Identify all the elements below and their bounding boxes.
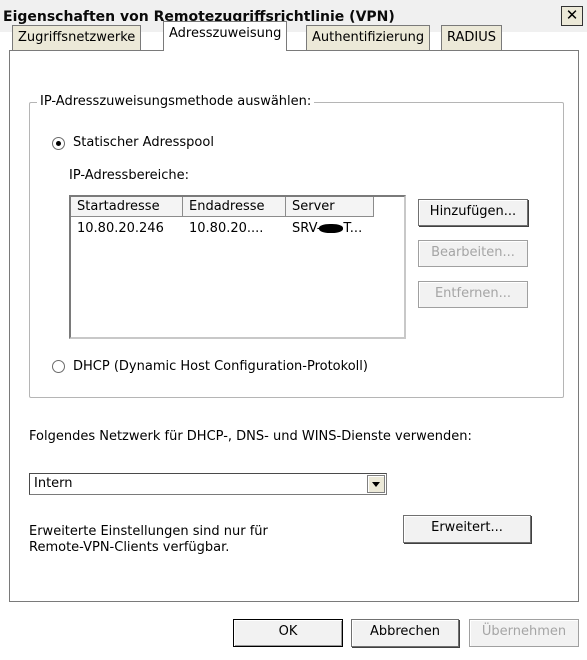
column-header-start[interactable]: Startadresse <box>71 197 183 217</box>
network-select-value: Intern <box>34 476 73 491</box>
cell-server: SRV- T... <box>286 221 376 237</box>
advanced-text-line1: Erweiterte Einstellungen sind nur für <box>29 524 268 539</box>
tab-label: Authentifizierung <box>312 30 425 45</box>
close-button[interactable]: ✕ <box>561 6 583 26</box>
advanced-button-label: Erweitert... <box>431 520 503 535</box>
cancel-button-label: Abbrechen <box>369 624 441 639</box>
group-legend: IP-Adresszuweisungsmethode auswählen: <box>37 94 315 110</box>
tab-label: Adresszuweisung <box>169 26 282 41</box>
radio-selected-dot <box>56 141 61 146</box>
column-header-end[interactable]: Endadresse <box>183 197 286 217</box>
network-label: Folgendes Netzwerk für DHCP-, DNS- und W… <box>29 429 472 444</box>
add-button[interactable]: Hinzufügen... <box>418 199 528 226</box>
tab-adresszuweisung[interactable]: Adresszuweisung <box>163 21 288 51</box>
ok-button-label: OK <box>278 624 298 639</box>
close-icon: ✕ <box>565 6 579 24</box>
redaction-mark <box>319 224 343 233</box>
server-prefix: SRV- <box>292 221 322 236</box>
static-pool-label[interactable]: Statischer Adresspool <box>73 135 214 151</box>
tab-zugriffsnetzwerke[interactable]: Zugriffsnetzwerke <box>12 25 142 51</box>
edit-button[interactable]: Bearbeiten... <box>418 240 528 267</box>
cancel-button[interactable]: Abbrechen <box>351 619 459 647</box>
dhcp-radio[interactable] <box>52 360 65 373</box>
column-header-label: Server <box>292 199 335 214</box>
tab-authentifizierung[interactable]: Authentifizierung <box>306 25 431 51</box>
cell-start: 10.80.20.246 <box>77 221 164 236</box>
ip-ranges-label: IP-Adressbereiche: <box>69 168 189 183</box>
column-header-server[interactable]: Server <box>286 197 374 217</box>
ok-button[interactable]: OK <box>233 619 343 647</box>
static-pool-radio[interactable] <box>52 137 65 150</box>
column-header-label: Startadresse <box>77 199 160 214</box>
column-header-label: Endadresse <box>189 199 265 214</box>
ip-ranges-list[interactable]: Startadresse Endadresse Server 10.80.20.… <box>69 195 406 339</box>
advanced-text-line2: Remote-VPN-Clients verfügbar. <box>29 540 230 555</box>
tab-label: RADIUS <box>447 30 497 45</box>
dhcp-label[interactable]: DHCP (Dynamic Host Configuration-Protoko… <box>73 359 368 375</box>
edit-button-label: Bearbeiten... <box>431 245 515 260</box>
chevron-down-icon <box>372 482 380 487</box>
cell-end: 10.80.20.... <box>189 221 264 236</box>
add-button-label: Hinzufügen... <box>429 204 517 219</box>
remove-button-label: Entfernen... <box>434 286 512 301</box>
apply-button-label: Übernehmen <box>481 624 567 639</box>
server-suffix: T... <box>343 221 363 236</box>
apply-button[interactable]: Übernehmen <box>469 619 579 647</box>
tab-radius[interactable]: RADIUS <box>441 25 503 51</box>
tab-label: Zugriffsnetzwerke <box>18 30 136 45</box>
network-select[interactable]: Intern <box>29 473 387 495</box>
dropdown-button[interactable] <box>367 475 385 493</box>
remove-button[interactable]: Entfernen... <box>418 281 528 308</box>
advanced-button[interactable]: Erweitert... <box>403 515 531 543</box>
